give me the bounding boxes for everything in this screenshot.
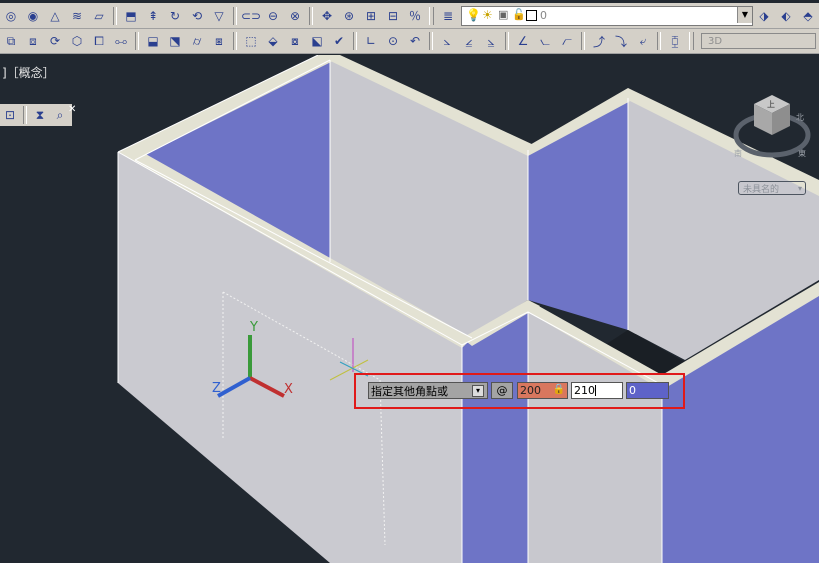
annotation-highlight-box: [354, 373, 685, 409]
ucs-previous-icon[interactable]: ↶: [406, 32, 424, 50]
layer-match-icon[interactable]: ⬘: [799, 7, 817, 25]
imprint-icon[interactable]: ⬡: [68, 32, 86, 50]
subtract-icon[interactable]: ⊖: [264, 7, 282, 25]
workspace-name: 3D: [708, 35, 723, 47]
planar-surface-icon[interactable]: ▱: [90, 7, 108, 25]
loft-icon[interactable]: ▽: [210, 7, 228, 25]
toolbar-separator: [429, 32, 433, 50]
helix-icon[interactable]: ≋: [68, 7, 86, 25]
color-edges-icon[interactable]: ⬕: [308, 32, 326, 50]
ucs-y-rotate-icon[interactable]: ⤵: [612, 32, 630, 50]
chevron-down-icon: ▾: [797, 183, 802, 193]
viewcube-south-label: 南: [734, 148, 742, 158]
ucs-object-icon[interactable]: ⦤: [460, 32, 478, 50]
toolbar-separator: [233, 32, 237, 50]
light-bulb-icon: 💡: [466, 7, 481, 22]
ucs-origin-icon[interactable]: ∠: [514, 32, 532, 50]
toolbar-separator: [23, 106, 27, 124]
layer-dropdown[interactable]: 💡 ☀ ▣ 🔓 0 ▼: [461, 5, 753, 26]
interfere-icon[interactable]: ⧈: [24, 32, 42, 50]
toolbar-separator: [657, 32, 661, 50]
scroll-icon[interactable]: ⧗: [32, 107, 48, 123]
ucs-face-icon[interactable]: ⦣: [438, 32, 456, 50]
color-swatch-icon: [526, 9, 537, 21]
sun-icon: ☀: [482, 7, 493, 22]
solid-edit-icon[interactable]: ⧆: [210, 32, 228, 50]
toolbar-grip[interactable]: [689, 32, 694, 50]
copy-edges-icon[interactable]: ⧇: [286, 32, 304, 50]
modeling-toolbar: ◎ ◉ △ ≋ ▱ ⬒ ⇞ ↻ ⟲ ▽ ⊂⊃ ⊖ ⊗ ✥ ⊛ ⊞ ⊟ ％ ≣ 💡…: [0, 3, 819, 29]
torus-icon[interactable]: ◎: [2, 7, 20, 25]
named-view-dropdown[interactable]: 未具名的 ▾: [738, 181, 806, 195]
toolbar-separator: [233, 6, 237, 25]
cylinder-icon[interactable]: ⌭: [188, 32, 206, 50]
ucs-zaxis-icon[interactable]: ⦦: [536, 32, 554, 50]
toolbar-separator: [581, 32, 585, 50]
ring-icon[interactable]: ◉: [24, 7, 42, 25]
3d-array-icon[interactable]: ⊟: [384, 7, 402, 25]
shell-icon[interactable]: ⧟: [112, 32, 130, 50]
partition-blue: [462, 312, 528, 563]
toolbar-separator: [135, 32, 139, 50]
layer-properties-icon[interactable]: ≣: [439, 7, 457, 25]
ucs-z-label: Z: [212, 381, 221, 396]
ucs-x-label: X: [284, 382, 293, 397]
viewcube-north-label: 北: [796, 113, 804, 122]
chevron-down-icon[interactable]: ▼: [737, 6, 752, 23]
toolbar-separator: [353, 32, 357, 50]
ucs-x-rotate-icon[interactable]: ⤴: [590, 32, 608, 50]
box-icon[interactable]: ⬓: [144, 32, 162, 50]
close-icon[interactable]: ✕: [68, 104, 76, 115]
pyramid-icon[interactable]: △: [46, 7, 64, 25]
3d-mirror-icon[interactable]: ％: [406, 7, 424, 25]
section-icon[interactable]: ⟳: [46, 32, 64, 50]
extract-edges-icon[interactable]: ⬚: [242, 32, 260, 50]
separate-icon[interactable]: ⧠: [90, 32, 108, 50]
ucs-3point-icon[interactable]: ⦧: [558, 32, 576, 50]
intersect-icon[interactable]: ⊗: [286, 7, 304, 25]
named-view-label: 未具名的: [743, 184, 780, 195]
presspull-icon[interactable]: ⇞: [144, 7, 162, 25]
toolbar-separator: [505, 32, 509, 50]
sweep-icon[interactable]: ↻: [166, 7, 184, 25]
navigate-icon[interactable]: ⊡: [2, 107, 18, 123]
viewport-label[interactable]: ]［概念］: [2, 64, 55, 81]
slice-icon[interactable]: ⧉: [2, 32, 20, 50]
viewcube-top-label: 上: [767, 100, 775, 109]
floating-toolbar: ⊡ ⧗ ⌕: [0, 104, 72, 126]
drawing-canvas[interactable]: Y X Z: [0, 55, 819, 563]
view-toolbar: ⧉ ⧈ ⟳ ⬡ ⧠ ⧟ ⬓ ⬔ ⌭ ⧆ ⬚ ⬙ ⧇ ⬕ ✔ ∟ ⊙ ↶ ⦣ ⦤ …: [0, 29, 819, 54]
3d-move-icon[interactable]: ✥: [318, 7, 336, 25]
layer-name: 0: [540, 9, 547, 22]
viewport-freeze-icon: ▣: [498, 7, 509, 21]
3d-align-icon[interactable]: ⊞: [362, 7, 380, 25]
lock-open-icon: 🔓: [512, 7, 526, 21]
ucs-z-rotate-icon[interactable]: ⤶: [634, 32, 652, 50]
zoom-window-icon[interactable]: ⌕: [52, 107, 68, 123]
union-icon[interactable]: ⊂⊃: [241, 7, 261, 25]
ucs-icon[interactable]: ∟: [362, 32, 380, 50]
extrude-icon[interactable]: ⬒: [122, 7, 140, 25]
revolve-icon[interactable]: ⟲: [188, 7, 206, 25]
check-icon[interactable]: ✔: [330, 32, 348, 50]
viewcube-east-label: 東: [798, 148, 806, 158]
toolbar-grip[interactable]: [429, 6, 434, 25]
viewcube[interactable]: 上 北 東 南: [732, 90, 812, 170]
ucs-y-label: Y: [249, 320, 258, 335]
toolbar-separator: [309, 6, 313, 25]
make-current-layer-icon[interactable]: ⬗: [755, 7, 773, 25]
3d-rotate-icon[interactable]: ⊛: [340, 7, 358, 25]
apply-ucs-icon[interactable]: ⧮: [666, 32, 684, 50]
ucs-world-icon[interactable]: ⊙: [384, 32, 402, 50]
layer-previous-icon[interactable]: ⬖: [777, 7, 795, 25]
wedge-icon[interactable]: ⬔: [166, 32, 184, 50]
toolbar-separator: [113, 6, 117, 25]
ucs-view-icon[interactable]: ⦥: [482, 32, 500, 50]
offset-edges-icon[interactable]: ⬙: [264, 32, 282, 50]
workspace-dropdown[interactable]: 3D: [701, 33, 816, 49]
